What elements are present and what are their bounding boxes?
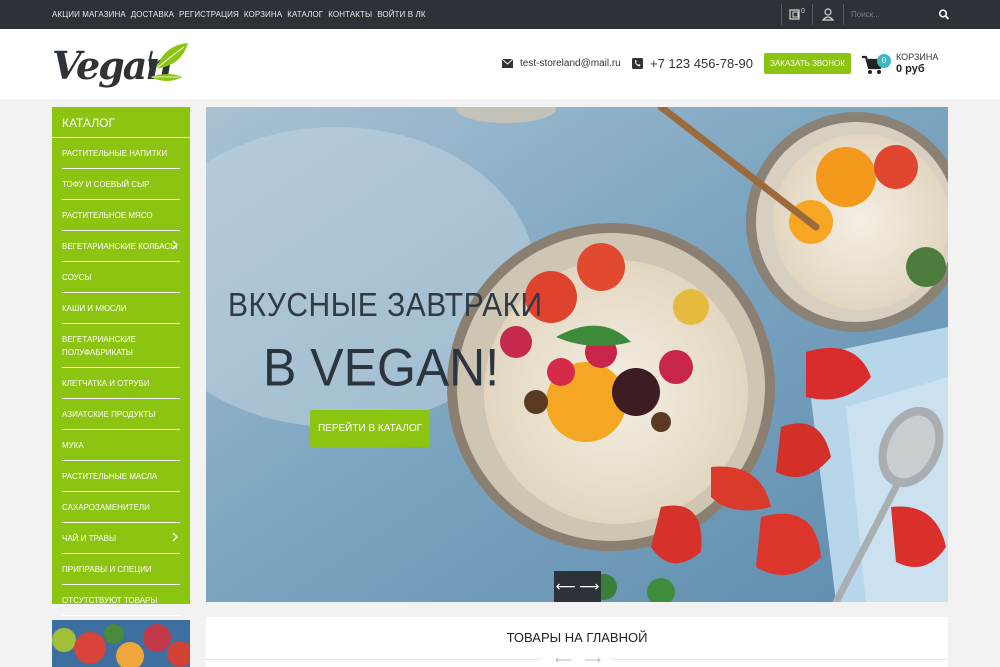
nav-link-registration[interactable]: Регистрация	[179, 10, 239, 19]
cart-title: Корзина	[896, 52, 939, 62]
catalog-item[interactable]: Растительное мясо	[62, 200, 180, 231]
divider	[611, 659, 948, 660]
top-bar: Акции магазина Доставка Регистрация Корз…	[0, 0, 1000, 29]
go-to-catalog-button[interactable]: Перейти в каталог	[310, 410, 430, 447]
compare-count: 0	[801, 8, 805, 15]
catalog-item[interactable]: Приправы и специи	[62, 554, 180, 585]
chevron-right-icon	[172, 532, 178, 542]
search-icon	[938, 9, 950, 20]
catalog-item-label: Тофу и соевый сыр	[62, 180, 150, 189]
logo[interactable]: Vegan	[52, 37, 192, 93]
account-button[interactable]	[820, 7, 836, 22]
catalog-item[interactable]: Соусы	[62, 262, 180, 293]
catalog-item[interactable]: Чай и травы	[62, 523, 180, 554]
cart-widget[interactable]: 0 Корзина 0 руб	[862, 51, 942, 81]
catalog-item-label: Мука	[62, 441, 84, 450]
slider-prev-arrow-icon[interactable]: ⟵	[554, 571, 578, 602]
nav-link-contacts[interactable]: Контакты	[328, 10, 372, 19]
products-next-arrow-icon[interactable]: ⟶	[584, 653, 601, 667]
catalog-item-label: Соусы	[62, 273, 92, 282]
catalog-item-label: Чай и травы	[62, 534, 117, 543]
catalog-item[interactable]: Вегетарианские колбасы	[62, 231, 180, 262]
catalog-item-label: Растительное мясо	[62, 211, 153, 220]
email-text: test-storeland@mail.ru	[520, 58, 621, 69]
compare-icon	[789, 9, 800, 20]
catalog-item[interactable]: Тофу и соевый сыр	[62, 169, 180, 200]
divider	[206, 659, 541, 660]
vegan-logo: Vegan	[52, 43, 188, 88]
products-section-title: Товары на главной	[506, 630, 648, 645]
nav-link-catalog[interactable]: Каталог	[287, 10, 323, 19]
catalog-item-label: Отсутствуют товары	[62, 596, 158, 605]
cart-count-badge: 0	[877, 54, 891, 68]
catalog-item-label: Растительные напитки	[62, 149, 168, 158]
slider-next-arrow-icon[interactable]: ⟶	[578, 571, 602, 602]
catalog-item[interactable]: Отсутствуют товары	[62, 585, 180, 616]
catalog-item[interactable]: Каши и мюсли	[62, 293, 180, 324]
catalog-item-label: Приправы и специи	[62, 565, 152, 574]
catalog-item-label: Вегетарианские колбасы	[62, 242, 178, 251]
catalog-item-label: Сахарозаменители	[62, 503, 150, 512]
slider-navigation: ⟵ ⟶	[554, 571, 601, 602]
catalog-item-label: Клетчатка и отруби	[62, 379, 150, 388]
divider	[812, 4, 813, 25]
catalog-title: Каталог	[52, 107, 190, 138]
catalog-item-label: Каши и мюсли	[62, 304, 127, 313]
nav-link-login[interactable]: Войти в ЛК	[377, 10, 425, 19]
catalog-item-label: Азиатские продукты	[62, 410, 156, 419]
divider	[843, 4, 844, 25]
catalog-item[interactable]: Мука	[62, 430, 180, 461]
email-contact[interactable]: test-storeland@mail.ru	[502, 58, 621, 69]
cart-sum: 0 руб	[896, 63, 925, 75]
phone-icon	[632, 58, 643, 69]
slide-title: Вкусные завтраки	[228, 287, 543, 324]
user-icon	[821, 8, 835, 21]
nav-link-delivery[interactable]: Доставка	[131, 10, 174, 19]
slide-subtitle: в Vegan!	[263, 338, 500, 397]
phone-contact[interactable]: +7 123 456-78-90	[632, 56, 753, 71]
catalog-item-label: Вегетарианские полуфабрикаты	[62, 335, 137, 357]
catalog-item[interactable]: Растительные масла	[62, 461, 180, 492]
search-button[interactable]	[938, 7, 954, 22]
promo-banner-image[interactable]	[52, 620, 190, 667]
fruit-image	[52, 620, 190, 667]
catalog-item[interactable]: Сахарозаменители	[62, 492, 180, 523]
callback-button[interactable]: Заказать звонок	[764, 53, 851, 74]
top-nav: Акции магазина Доставка Регистрация Корз…	[52, 0, 426, 29]
products-prev-arrow-icon[interactable]: ⟵	[555, 653, 572, 667]
catalog-list: Растительные напитки Тофу и соевый сыр Рас…	[52, 138, 190, 667]
hero-slider[interactable]: Вкусные завтраки в Vegan! Перейти в ката…	[206, 107, 948, 602]
svg-text:Vegan: Vegan	[52, 43, 171, 88]
chevron-right-icon	[172, 240, 178, 250]
search-input[interactable]	[846, 5, 936, 24]
featured-products: Товары на главной ⟵ ⟶	[206, 617, 948, 667]
nav-link-cart[interactable]: Корзина	[244, 10, 282, 19]
phone-text: +7 123 456-78-90	[650, 56, 754, 71]
nav-link-promotions[interactable]: Акции магазина	[52, 10, 126, 19]
catalog-item[interactable]: Азиатские продукты	[62, 399, 180, 430]
catalog-item[interactable]: Растительные напитки	[62, 138, 180, 169]
catalog-item-label: Растительные масла	[62, 472, 158, 481]
catalog-item[interactable]: Вегетарианские полуфабрикаты	[62, 324, 180, 368]
catalog-item[interactable]: Клетчатка и отруби	[62, 368, 180, 399]
envelope-icon	[502, 59, 513, 68]
catalog-sidebar: Каталог Растительные напитки Тофу и соевы…	[52, 107, 190, 660]
header: Vegan test-storeland@mail.ru +7 123 456-…	[0, 29, 1000, 99]
compare-button[interactable]: 0	[789, 7, 809, 22]
divider	[781, 4, 782, 25]
